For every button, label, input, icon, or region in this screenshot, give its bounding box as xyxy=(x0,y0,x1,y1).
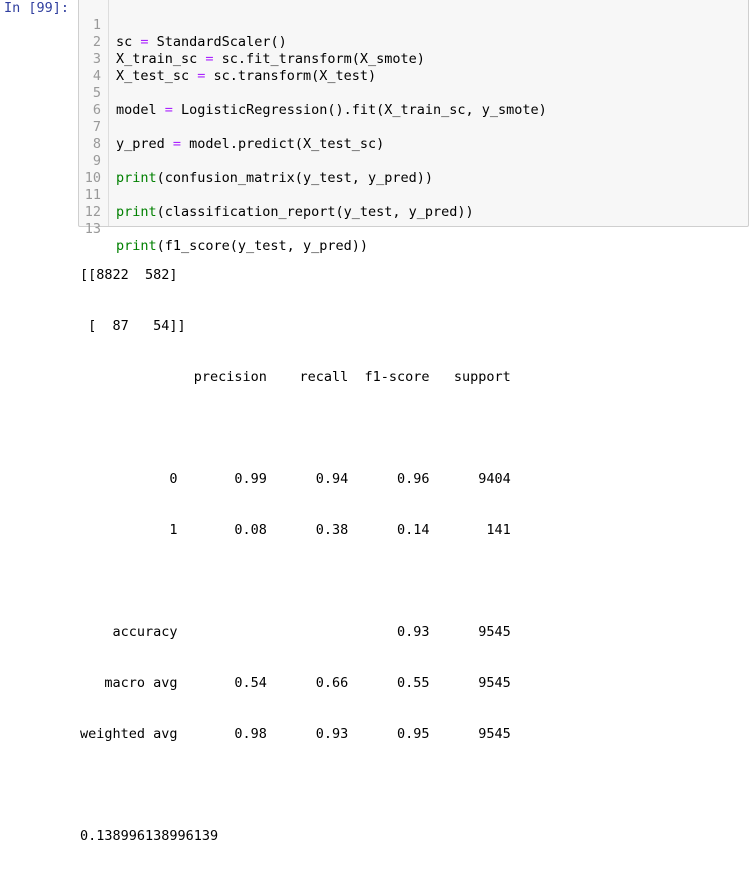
cell-output: [[8822 582] [ 87 54]] precision recall f… xyxy=(80,233,511,874)
code-line: 9 print(confusion_matrix(y_test, y_pred)… xyxy=(79,136,433,186)
code-line: 8 xyxy=(79,119,130,152)
output-line: 0 0.99 0.94 0.96 9404 xyxy=(80,471,511,487)
output-line: accuracy 0.93 9545 xyxy=(80,624,511,640)
code-line: 10 xyxy=(79,153,130,186)
output-line: weighted avg 0.98 0.93 0.95 9545 xyxy=(80,726,511,742)
code-text: X_train_sc = sc.fit_transform(X_smote) xyxy=(116,51,425,67)
output-line: [[8822 582] xyxy=(80,267,178,283)
code-line: 7 y_pred = model.predict(X_test_sc) xyxy=(79,102,384,152)
code-text: y_pred = model.predict(X_test_sc) xyxy=(116,136,385,152)
code-line: 5 model = LogisticRegression().fit(X_tra… xyxy=(79,68,547,118)
code-text: sc = StandardScaler() xyxy=(116,34,287,50)
code-line: 11 print(classification_report(y_test, y… xyxy=(79,170,474,220)
code-text: model = LogisticRegression().fit(X_train… xyxy=(116,102,547,118)
output-line: 1 0.08 0.38 0.14 141 xyxy=(80,522,511,538)
code-text: X_test_sc = sc.transform(X_test) xyxy=(116,68,377,84)
output-line: [ 87 54]] xyxy=(80,318,186,334)
code-line: 1 sc = StandardScaler() xyxy=(79,0,287,50)
code-line: 13 print(f1_score(y_test, y_pred)) xyxy=(79,204,368,254)
input-prompt: In [99]: xyxy=(4,0,70,16)
code-line: 2 X_train_sc = sc.fit_transform(X_smote) xyxy=(79,17,425,67)
code-line: 3 X_test_sc = sc.transform(X_test) xyxy=(79,34,376,84)
code-line: 4 xyxy=(79,51,130,84)
code-text: print(confusion_matrix(y_test, y_pred)) xyxy=(116,170,433,186)
code-line: 12 xyxy=(79,187,130,220)
code-editor[interactable]: 1 sc = StandardScaler() 2 X_train_sc = s… xyxy=(78,0,749,254)
output-line: 0.138996138996139 xyxy=(80,828,219,844)
code-text: print(classification_report(y_test, y_pr… xyxy=(116,204,474,220)
output-line: macro avg 0.54 0.66 0.55 9545 xyxy=(80,675,511,691)
output-line: precision recall f1-score support xyxy=(80,369,511,385)
code-line: 6 xyxy=(79,85,130,118)
